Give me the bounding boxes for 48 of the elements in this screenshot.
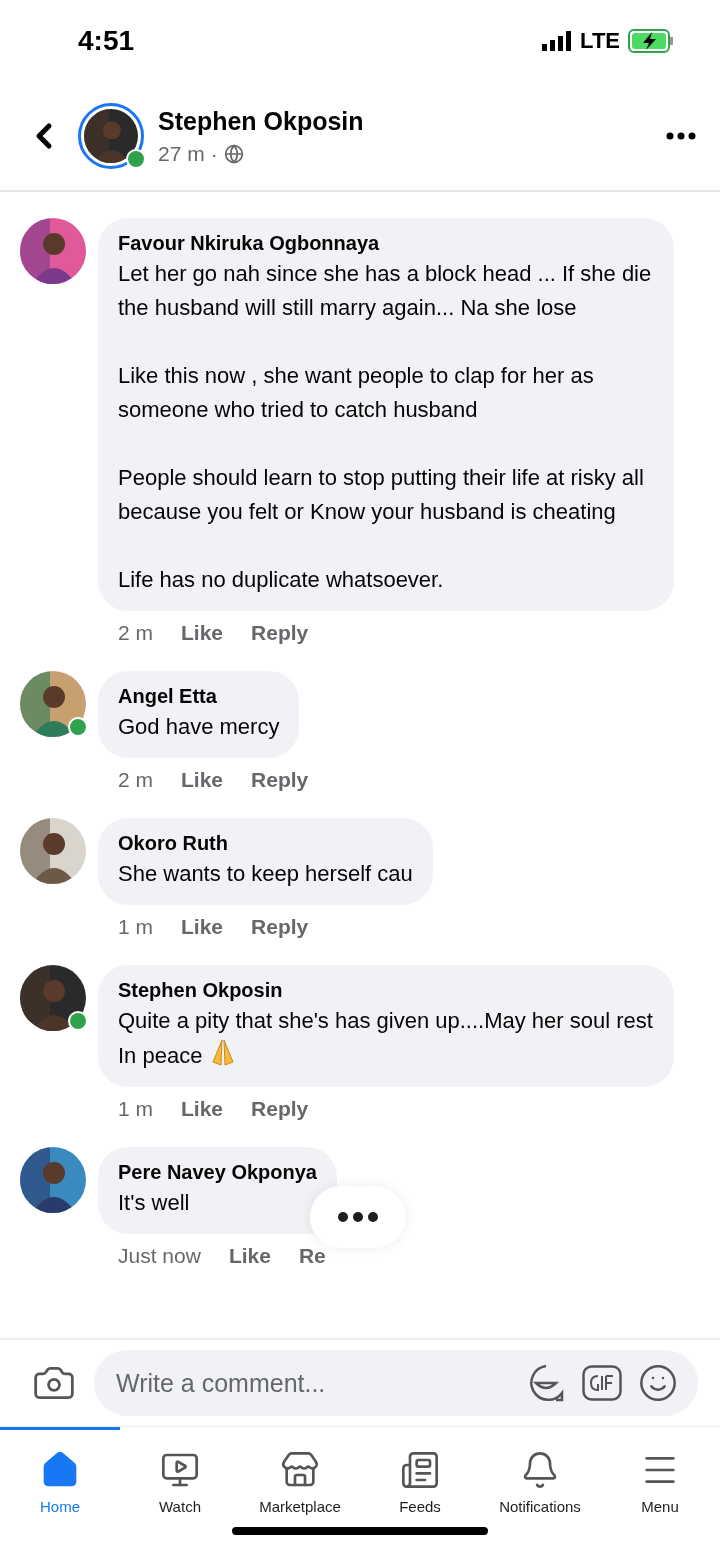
more-icon[interactable] (666, 132, 696, 140)
nav-tab[interactable]: Watch (120, 1427, 240, 1523)
comment-text: She wants to keep herself cau (118, 860, 413, 888)
reply-link[interactable]: Reply (251, 1097, 309, 1121)
network-label: LTE (580, 28, 620, 54)
comment-text: Quite a pity that she's has given up....May her soul rest In peace (118, 1007, 654, 1070)
reply-link[interactable]: Reply (251, 915, 309, 939)
author-name[interactable]: Stephen Okposin (158, 106, 652, 136)
comment-field[interactable]: Write a comment... (114, 1367, 510, 1399)
nav-tab[interactable]: Marketplace (240, 1427, 360, 1523)
nav-tab[interactable]: Menu (600, 1427, 720, 1523)
like-link[interactable]: Like (181, 768, 224, 792)
comment-author[interactable]: Okoro Ruth (118, 832, 413, 855)
like-link[interactable]: Like (181, 1097, 224, 1121)
comment-text: Let her go nah since she has a block head ... If she die the husband will still marry again... Na she lose (118, 260, 653, 322)
like-link[interactable]: Like (228, 1244, 271, 1268)
gif-icon[interactable] (582, 1365, 622, 1401)
nav-tab[interactable]: Home (0, 1427, 120, 1523)
reply-link[interactable]: Re (298, 1244, 326, 1268)
separator-dot: · (210, 141, 218, 166)
comment-text: It's well (118, 1189, 191, 1217)
comment-author[interactable]: Favour Nkiruka Ogbonnaya (118, 232, 654, 255)
comment-author[interactable]: Stephen Okposin (118, 979, 654, 1002)
comment-time: 2 m (118, 621, 153, 645)
emoji-icon[interactable] (638, 1363, 678, 1403)
comment-author[interactable]: Pere Navey Okponya (118, 1161, 317, 1184)
reply-link[interactable]: Reply (251, 621, 309, 645)
comment-time: 1 m (118, 1097, 153, 1121)
comment-text: People should learn to stop putting their life at risky all because you felt or Know your husband is cheating (118, 464, 645, 526)
comment-author[interactable]: Angel Etta (118, 685, 280, 708)
comment-time: Just now (118, 1244, 201, 1268)
battery-icon (628, 29, 674, 53)
composer-bar[interactable]: Write a comment... (94, 1350, 698, 1416)
comment-time: 1 m (118, 915, 153, 939)
post-age: 27 m (158, 141, 205, 166)
comment-text: Life has no duplicate whatsoever. (118, 566, 445, 594)
nav-tab[interactable]: Notifications (480, 1427, 600, 1523)
signal-icon (542, 31, 573, 51)
globe-icon (223, 143, 244, 164)
comment-text: God have mercy (118, 713, 280, 741)
nav-tab[interactable]: Feeds (360, 1427, 480, 1523)
like-link[interactable]: Like (181, 915, 224, 939)
feed-icon (400, 1450, 440, 1490)
like-link[interactable]: Like (181, 621, 224, 645)
reply-link[interactable]: Reply (251, 768, 309, 792)
comment-time: 2 m (118, 768, 153, 792)
comment-text: Like this now , she want people to clap for her as someone who tried to catch husband (118, 362, 595, 424)
status-time: 4:51 (78, 25, 135, 57)
